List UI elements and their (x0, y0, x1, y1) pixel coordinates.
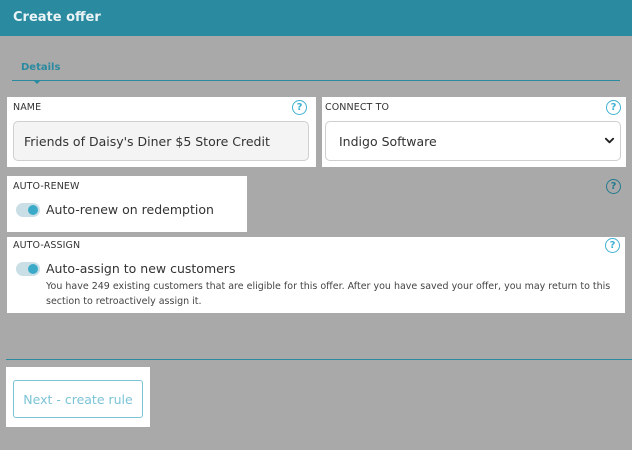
active-tab-caret-icon (33, 80, 41, 84)
connect-to-selected-value: Indigo Software (339, 133, 437, 149)
auto-renew-label: AUTO-RENEW (13, 181, 80, 192)
auto-assign-help-icon[interactable]: ? (605, 238, 620, 253)
auto-renew-panel: AUTO-RENEW Auto-renew on redemption (7, 176, 247, 232)
page-title: Create offer (13, 10, 101, 25)
auto-renew-help-icon[interactable]: ? (606, 179, 621, 194)
name-input-value: Friends of Daisy's Diner $5 Store Credit (24, 133, 270, 149)
name-label: NAME (13, 102, 42, 113)
auto-assign-description: You have 249 existing customers that are… (46, 279, 616, 309)
auto-renew-toggle[interactable] (16, 203, 40, 217)
chevron-down-icon (604, 137, 615, 144)
auto-assign-toggle-label: Auto-assign to new customers (46, 261, 236, 276)
auto-assign-toggle[interactable] (16, 262, 40, 276)
auto-assign-description-line-1: You have 249 existing customers that are… (46, 281, 611, 292)
name-help-icon[interactable]: ? (292, 100, 307, 115)
toggle-knob (28, 264, 38, 274)
tab-details[interactable]: Details (21, 62, 60, 73)
name-input[interactable]: Friends of Daisy's Diner $5 Store Credit (13, 121, 309, 161)
header-bar: Create offer (0, 0, 632, 36)
auto-assign-description-line-2: section to retroactively assign it. (46, 296, 202, 307)
connect-to-select[interactable]: Indigo Software (325, 121, 621, 161)
connect-to-panel: CONNECT TO ? Indigo Software (322, 97, 626, 167)
tab-underline (12, 80, 620, 81)
toggle-knob (28, 205, 38, 215)
footer-divider (6, 359, 632, 360)
connect-to-help-icon[interactable]: ? (606, 100, 621, 115)
auto-assign-label: AUTO-ASSIGN (13, 240, 81, 251)
auto-renew-toggle-label: Auto-renew on redemption (46, 202, 214, 217)
next-create-rule-button[interactable]: Next - create rule (13, 380, 143, 418)
connect-to-label: CONNECT TO (325, 102, 390, 113)
name-panel: NAME ? Friends of Daisy's Diner $5 Store… (7, 97, 316, 167)
